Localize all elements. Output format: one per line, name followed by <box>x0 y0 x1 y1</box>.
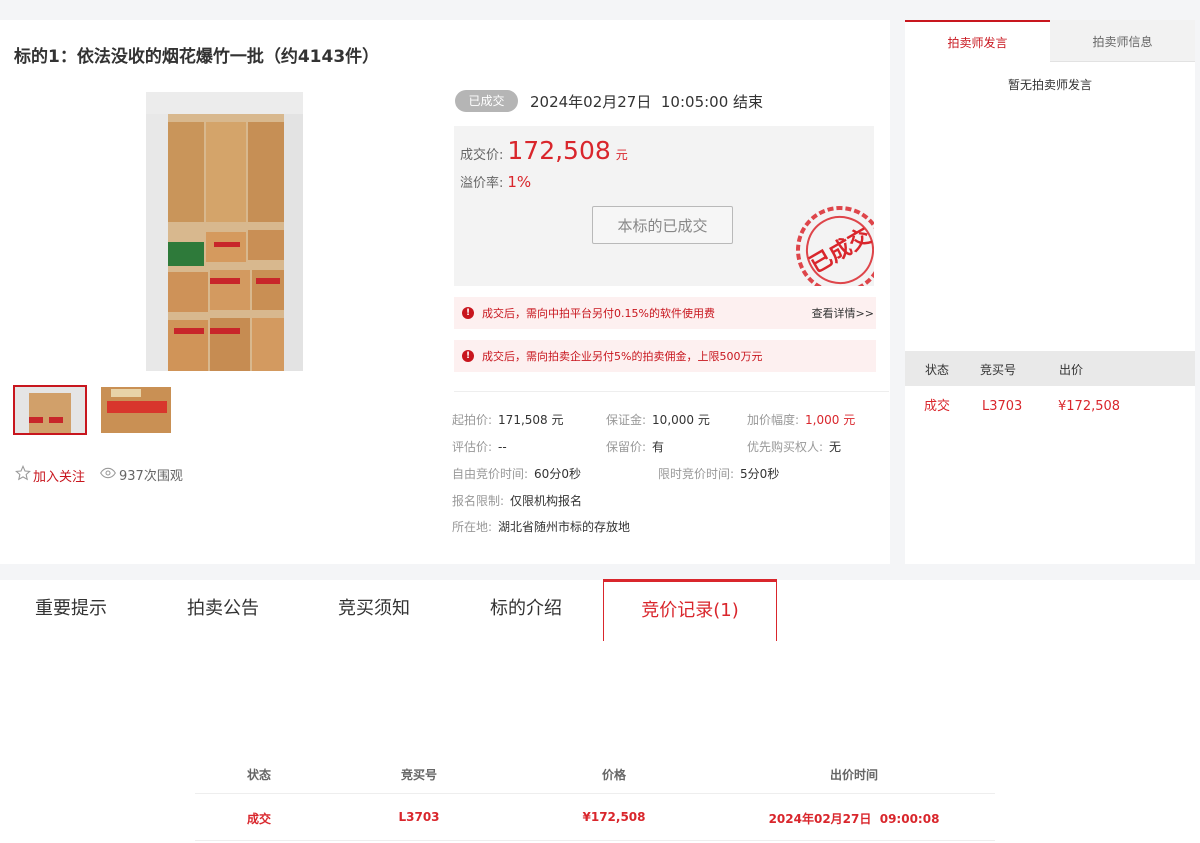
location-value: 湖北省随州市标的存放地 <box>498 520 631 534</box>
thumbnail-2[interactable] <box>101 387 171 433</box>
start-price-label: 起拍价: <box>452 413 493 427</box>
empty-speech-text: 暂无拍卖师发言 <box>1007 78 1092 92</box>
views-label: 937次围观 <box>119 469 183 484</box>
notice-software-fee: ! 成交后，需向中拍平台另付0.15%的软件使用费 查看详情>> <box>454 297 876 329</box>
eye-icon <box>100 467 116 483</box>
warning-icon: ! <box>462 350 474 362</box>
notice-text: 成交后，需向拍卖企业另付5%的拍卖佣金，上限500万元 <box>482 350 763 363</box>
reserve-value: 有 <box>652 440 665 454</box>
tab-lot-introduction[interactable]: 标的介绍 <box>490 580 562 638</box>
tab-auction-announcement[interactable]: 拍卖公告 <box>187 580 259 638</box>
limited-bid-time: 限时竞价时间: 5分0秒 <box>658 465 779 482</box>
records-header-time: 出价时间 <box>829 768 879 782</box>
record-time: 2024年02月27日 09:00:08 <box>768 812 940 826</box>
appraisal-value: -- <box>498 440 507 454</box>
records-header-price: 价格 <box>601 768 627 782</box>
appraisal: 评估价: -- <box>452 438 507 455</box>
price-box: 成交价: 172,508 元 溢价率: 1% 本标的已成交 已成交 <box>454 126 874 286</box>
lot-title: 标的1：依法没收的烟花爆竹一批（约4143件） <box>14 47 380 67</box>
tab-bidding-rules[interactable]: 竞买须知 <box>338 580 410 638</box>
limited-time-label: 限时竞价时间: <box>658 467 735 481</box>
record-price: ¥172,508 <box>582 810 646 824</box>
records-header-bidder: 竞买号 <box>400 768 438 782</box>
registration-restriction: 报名限制: 仅限机构报名 <box>452 492 582 509</box>
bid-table-header: 状态 竞买号 出价 <box>905 351 1195 386</box>
bid-records-panel: 状态 竞买号 价格 出价时间 成交 L3703 ¥172,508 2024年02… <box>0 641 1200 843</box>
page-edge <box>1195 20 1200 564</box>
deal-price-row: 成交价: 172,508 元 <box>460 136 628 165</box>
header-price: 出价 <box>1059 363 1084 377</box>
status-badge: 已成交 <box>455 90 518 112</box>
increment-value: 1,000 元 <box>805 413 856 427</box>
reserve: 保留价: 有 <box>606 438 664 455</box>
deal-stamp: 已成交 <box>790 200 874 286</box>
records-header-status: 状态 <box>246 768 272 782</box>
thumbnail-1[interactable] <box>13 385 87 435</box>
restriction-value: 仅限机构报名 <box>510 494 583 508</box>
free-bid-time: 自由竞价时间: 60分0秒 <box>452 465 581 482</box>
appraisal-label: 评估价: <box>452 440 493 454</box>
notice-commission: ! 成交后，需向拍卖企业另付5%的拍卖佣金，上限500万元 <box>454 340 876 372</box>
deal-price-value: 172,508 <box>507 136 611 165</box>
view-details-link[interactable]: 查看详情>> <box>812 305 874 321</box>
auctioneer-tabs: 拍卖师发言 拍卖师信息 <box>905 20 1195 62</box>
deal-done-button[interactable]: 本标的已成交 <box>592 206 733 244</box>
end-time: 2024年02月27日 10:05:00 结束 <box>530 93 764 111</box>
start-price-value: 171,508 元 <box>498 413 564 427</box>
premium-value: 1% <box>507 173 532 191</box>
deposit-value: 10,000 元 <box>652 413 710 427</box>
deal-price-label: 成交价: <box>460 148 504 163</box>
follow-label: 加入关注 <box>33 469 86 485</box>
tab-auctioneer-info[interactable]: 拍卖师信息 <box>1050 20 1195 62</box>
divider <box>454 391 889 392</box>
tab-important-notice[interactable]: 重要提示 <box>35 580 107 638</box>
location: 所在地: 湖北省随州市标的存放地 <box>452 518 630 535</box>
reserve-label: 保留价: <box>606 440 647 454</box>
priority-label: 优先购买权人: <box>747 440 824 454</box>
view-count: 937次围观 <box>100 465 183 484</box>
record-bidder: L3703 <box>398 810 440 824</box>
restriction-label: 报名限制: <box>452 494 505 508</box>
detail-tabs: 重要提示 拍卖公告 竞买须知 标的介绍 竞价记录(1) <box>0 579 1200 642</box>
increment-label: 加价幅度: <box>747 413 800 427</box>
premium-label: 溢价率: <box>460 176 504 191</box>
limited-time-value: 5分0秒 <box>740 467 780 481</box>
deposit: 保证金: 10,000 元 <box>606 411 710 428</box>
table-row: 成交 L3703 ¥172,508 2024年02月27日 09:00:08 <box>195 794 995 841</box>
main-product-image[interactable] <box>146 92 303 371</box>
increment: 加价幅度: 1,000 元 <box>747 411 855 428</box>
tab-auctioneer-speech[interactable]: 拍卖师发言 <box>905 20 1050 62</box>
bid-bidder: L3703 <box>982 399 1023 414</box>
start-price: 起拍价: 171,508 元 <box>452 411 564 428</box>
bid-status: 成交 <box>924 399 951 414</box>
header-status: 状态 <box>925 363 950 377</box>
bid-row: 成交 L3703 ¥172,508 <box>905 393 1195 423</box>
bid-price: ¥172,508 <box>1058 399 1121 414</box>
tab-bid-records[interactable]: 竞价记录(1) <box>603 579 777 641</box>
deal-price-unit: 元 <box>615 148 628 162</box>
free-time-label: 自由竞价时间: <box>452 467 529 481</box>
lot-card: 标的1：依法没收的烟花爆竹一批（约4143件） 加入关注 937次围观 已成交 … <box>0 20 890 564</box>
records-header: 状态 竞买号 价格 出价时间 <box>195 763 995 794</box>
priority-value: 无 <box>829 440 842 454</box>
premium-row: 溢价率: 1% <box>460 172 531 191</box>
star-icon <box>15 464 31 485</box>
location-label: 所在地: <box>452 520 493 534</box>
priority-buyer: 优先购买权人: 无 <box>747 438 841 455</box>
auctioneer-panel: 拍卖师发言 拍卖师信息 暂无拍卖师发言 状态 竞买号 出价 成交 L3703 ¥… <box>905 20 1195 564</box>
deposit-label: 保证金: <box>606 413 647 427</box>
free-time-value: 60分0秒 <box>534 467 581 481</box>
stamp-text: 已成交 <box>805 223 874 279</box>
warning-icon: ! <box>462 307 474 319</box>
header-bidder: 竞买号 <box>980 363 1017 377</box>
record-status: 成交 <box>246 812 272 826</box>
notice-text: 成交后，需向中拍平台另付0.15%的软件使用费 <box>482 307 715 320</box>
follow-button[interactable]: 加入关注 <box>15 464 86 485</box>
